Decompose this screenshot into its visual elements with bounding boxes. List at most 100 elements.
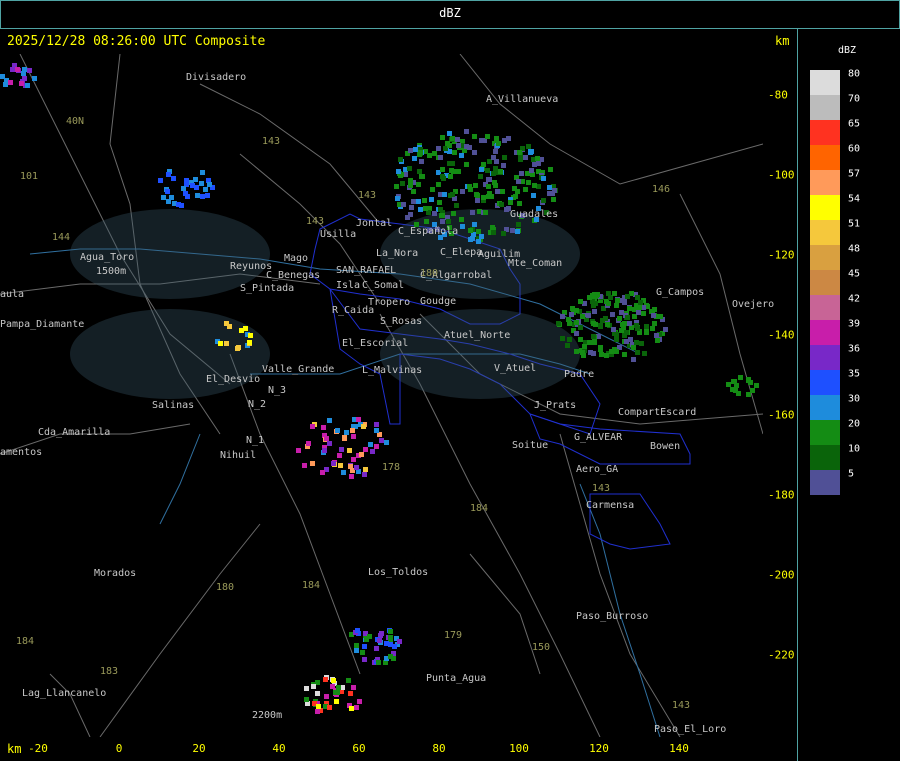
- echo-pixel: [324, 694, 329, 699]
- echo-pixel: [500, 189, 505, 194]
- echo-pixel: [479, 234, 484, 239]
- echo-pixel: [502, 155, 507, 160]
- echo-pixel: [0, 74, 5, 79]
- legend-label: 80: [848, 68, 861, 80]
- echo-pixel: [446, 219, 451, 224]
- radar-map[interactable]: [0, 54, 763, 737]
- echo-pixel: [374, 646, 379, 651]
- legend-label: 39: [848, 318, 861, 330]
- legend-swatch: [810, 220, 840, 245]
- echo-pixel: [316, 704, 321, 709]
- x-tick-label: 80: [432, 742, 446, 755]
- echo-pixel: [625, 294, 630, 299]
- echo-pixel: [495, 189, 500, 194]
- echo-pixel: [592, 340, 597, 345]
- echo-pixel: [598, 324, 603, 329]
- route-number: 101: [20, 171, 39, 182]
- echo-pixel: [515, 229, 520, 234]
- echo-pixel: [32, 76, 37, 81]
- echo-pixel: [506, 136, 511, 141]
- echo-pixel: [351, 457, 356, 462]
- place-label: R_Caida: [332, 305, 375, 316]
- place-label: Usilla: [320, 229, 357, 240]
- echo-pixel: [750, 388, 755, 393]
- echo-pixel: [323, 677, 328, 682]
- y-tick-label: -180: [768, 488, 795, 502]
- legend-swatch: [810, 195, 840, 220]
- echo-pixel: [560, 314, 565, 319]
- place-label: El_Desvio: [206, 374, 261, 385]
- place-label: aula: [0, 289, 25, 300]
- echo-pixel: [362, 644, 367, 649]
- place-label: 1500m: [96, 266, 127, 277]
- echo-pixel: [498, 169, 503, 174]
- echo-pixel: [310, 424, 315, 429]
- x-tick-label: 60: [352, 742, 366, 755]
- echo-pixel: [494, 136, 499, 141]
- echo-pixel: [501, 231, 506, 236]
- echo-pixel: [166, 172, 171, 177]
- echo-pixel: [516, 222, 521, 227]
- echo-pixel: [532, 183, 537, 188]
- echo-pixel: [455, 137, 460, 142]
- echo-pixel: [405, 215, 410, 220]
- route-number: 179: [444, 630, 463, 641]
- echo-pixel: [456, 143, 461, 148]
- place-label: S_Rosas: [380, 316, 423, 327]
- echo-pixel: [440, 174, 445, 179]
- echo-pixel: [635, 350, 640, 355]
- echo-pixel: [327, 705, 332, 710]
- echo-pixel: [207, 182, 212, 187]
- echo-pixel: [516, 179, 521, 184]
- km-unit-bottom: km: [7, 742, 22, 756]
- echo-pixel: [617, 316, 622, 321]
- echo-pixel: [567, 337, 572, 342]
- echo-pixel: [392, 644, 397, 649]
- echo-pixel: [315, 709, 320, 714]
- echo-pixel: [627, 321, 632, 326]
- place-label: Goudge: [420, 296, 457, 307]
- route-number: 143: [672, 700, 691, 711]
- route-number: 178: [382, 462, 401, 473]
- echo-pixel: [331, 461, 336, 466]
- echo-pixel: [487, 191, 492, 196]
- echo-pixel: [315, 691, 320, 696]
- echo-pixel: [324, 436, 329, 441]
- echo-pixel: [644, 324, 649, 329]
- y-tick-label: -200: [768, 568, 795, 582]
- echo-pixel: [548, 167, 553, 172]
- echo-pixel: [592, 292, 597, 297]
- echo-pixel: [526, 144, 531, 149]
- place-label: amentos: [0, 447, 43, 458]
- echo-pixel: [635, 295, 640, 300]
- echo-pixel: [447, 143, 452, 148]
- route-number: 183: [100, 666, 119, 677]
- echo-pixel: [476, 229, 481, 234]
- echo-pixel: [370, 449, 375, 454]
- echo-pixel: [396, 169, 401, 174]
- echo-pixel: [362, 472, 367, 477]
- echo-pixel: [440, 213, 445, 218]
- echo-pixel: [652, 307, 657, 312]
- echo-pixel: [436, 182, 441, 187]
- echo-pixel: [523, 187, 528, 192]
- place-label: Cda_Amarilla: [38, 427, 111, 438]
- echo-pixel: [379, 631, 384, 636]
- legend-swatch: [810, 395, 840, 420]
- echo-pixel: [606, 301, 611, 306]
- legend-swatch: [810, 170, 840, 195]
- echo-pixel: [362, 657, 367, 662]
- route-number: 184: [470, 503, 489, 514]
- echo-pixel: [566, 317, 571, 322]
- x-tick-label: 20: [192, 742, 206, 755]
- echo-pixel: [523, 155, 528, 160]
- echo-pixel: [493, 149, 498, 154]
- place-label: Salinas: [152, 400, 195, 411]
- echo-pixel: [485, 168, 490, 173]
- echo-pixel: [429, 197, 434, 202]
- echo-pixel: [339, 447, 344, 452]
- place-label: Paso_El_Loro: [654, 724, 727, 735]
- legend-label: 54: [848, 193, 861, 205]
- echo-pixel: [663, 327, 668, 332]
- echo-pixel: [464, 144, 469, 149]
